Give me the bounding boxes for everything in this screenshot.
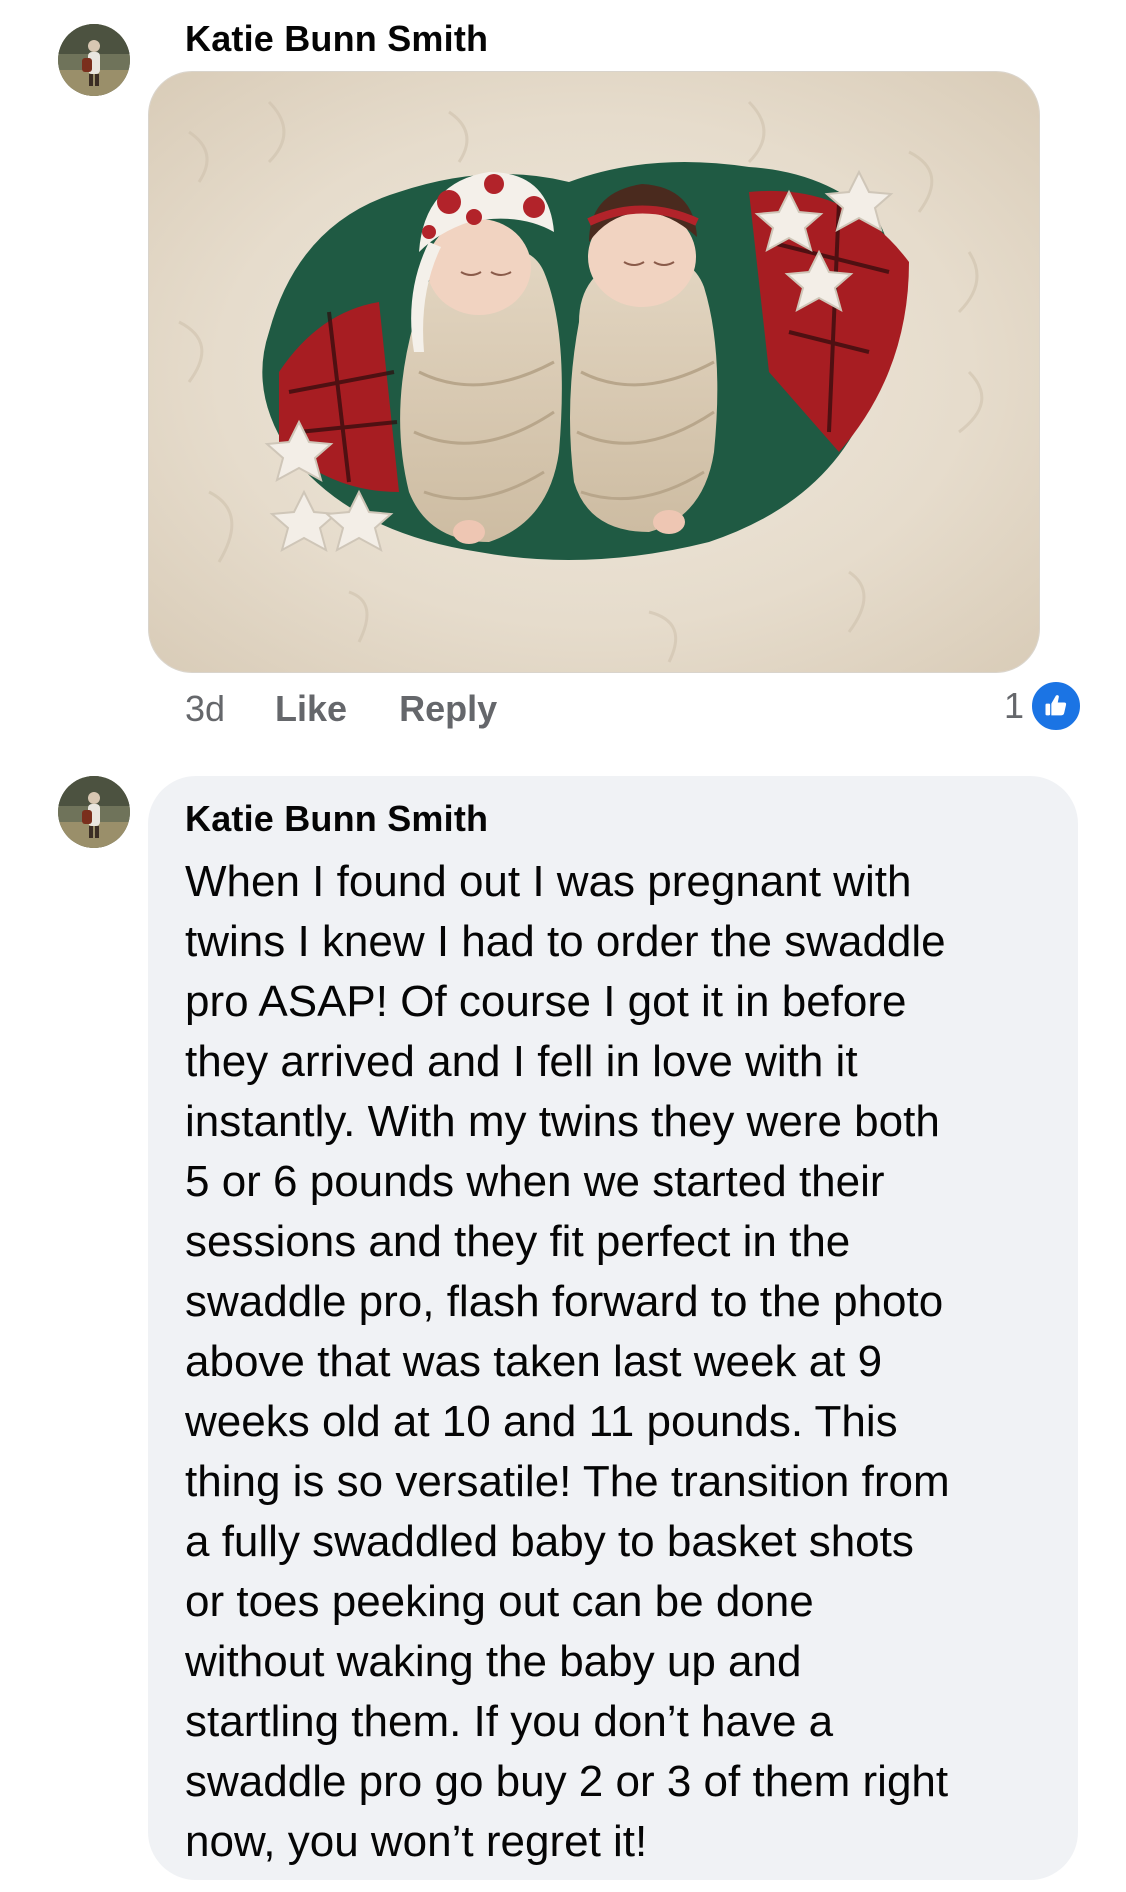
profile-photo-icon: [58, 24, 130, 96]
comment-author[interactable]: Katie Bunn Smith: [185, 18, 488, 60]
comment-actions: 3d Like Reply: [185, 684, 549, 734]
reaction-summary[interactable]: 1: [1004, 680, 1083, 732]
comment-bubble: Katie Bunn Smith When I found out I was …: [148, 776, 1078, 1880]
avatar[interactable]: [58, 24, 130, 96]
reply-button[interactable]: Reply: [399, 688, 497, 730]
like-thumb-icon: [1030, 680, 1083, 732]
comment-photo[interactable]: [148, 71, 1040, 673]
avatar[interactable]: [58, 776, 130, 848]
profile-photo-icon: [58, 776, 130, 848]
comment-timestamp[interactable]: 3d: [185, 688, 225, 730]
comment-text: When I found out I was pregnant with twi…: [185, 857, 950, 1866]
comment-author[interactable]: Katie Bunn Smith: [185, 798, 488, 840]
photo-image: [149, 72, 1039, 672]
reaction-count: 1: [1004, 685, 1025, 726]
comment-thread: Katie Bunn Smith 3d Like Reply 1 Katie B…: [0, 0, 1126, 1892]
like-button[interactable]: Like: [275, 688, 347, 730]
